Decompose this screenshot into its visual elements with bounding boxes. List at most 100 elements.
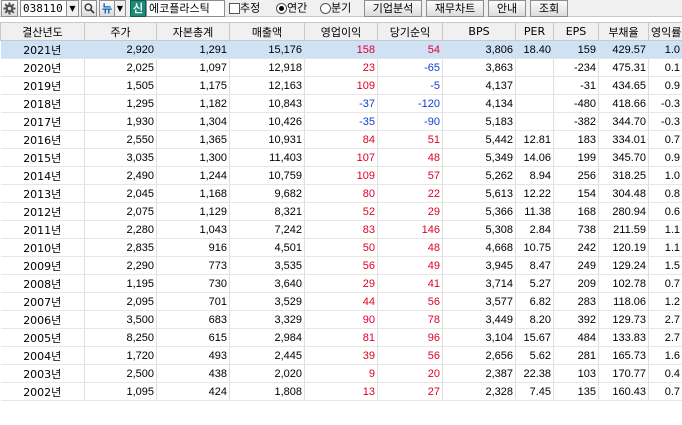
column-header[interactable]: 영익률 [648,22,682,41]
column-header[interactable]: 당기순익 [377,22,443,41]
column-header[interactable]: 주가 [84,22,157,41]
table-cell: 2,656 [442,346,516,365]
table-row[interactable]: 2010년 2,835 916 4,501 50 48 4,668 10.75 242 120.1… [0,238,682,257]
table-cell: 159 [553,40,599,59]
table-cell: -31 [553,76,599,95]
table-cell: 3,640 [229,274,305,293]
news-dropdown-button[interactable]: ▼ [114,0,126,17]
code-dropdown-button[interactable]: ▼ [66,0,79,17]
table-row[interactable]: 2008년 1,195 730 3,640 29 41 3,714 5.27 209 102.78… [0,274,682,293]
search-button[interactable] [81,0,97,17]
table-row[interactable]: 2018년 1,295 1,182 10,843 -37 -120 4,134 -480 418… [0,94,682,113]
column-header[interactable]: BPS [442,22,516,41]
table-cell: 429.57 [598,40,649,59]
table-cell: 1.0 [648,40,682,59]
table-cell: 1,304 [156,112,230,131]
table-row[interactable]: 2009년 2,290 773 3,535 56 49 3,945 8.47 249 129.24… [0,256,682,275]
table-cell: 7,242 [229,220,305,239]
table-cell: 109 [304,76,378,95]
table-cell: 1.5 [648,256,682,275]
year-cell: 2021년 [0,40,85,59]
chevron-down-icon: ▼ [116,4,124,13]
radio-on[interactable] [276,2,287,14]
table-cell: 165.73 [598,346,649,365]
column-header[interactable]: EPS [553,22,599,41]
checkbox-box[interactable] [229,2,240,14]
table-row[interactable]: 2017년 1,930 1,304 10,426 -35 -90 5,183 -382 344.… [0,112,682,131]
column-header[interactable]: 결산년도 [0,22,85,41]
table-cell: 438 [156,364,230,383]
table-cell: 51 [377,130,443,149]
financial-table: 결산년도 주가 자본총계 매출액 영업이익 당기순익 BPS PER EPS 부채율 영익률 202… [0,22,682,401]
table-row[interactable]: 2004년 1,720 493 2,445 39 56 2,656 5.62 281 165.73… [0,346,682,365]
table-cell: 199 [553,148,599,167]
table-cell [515,76,554,95]
settings-button[interactable] [1,0,18,17]
table-cell: 41 [377,274,443,293]
column-header[interactable]: 자본총계 [156,22,230,41]
column-header[interactable]: 영업이익 [304,22,378,41]
radio-off[interactable] [320,2,331,14]
table-cell: 1,300 [156,148,230,167]
column-header[interactable]: 부채율 [598,22,649,41]
table-cell: 103 [553,364,599,383]
table-row[interactable]: 2013년 2,045 1,168 9,682 80 22 5,613 12.22 154 304… [0,184,682,203]
table-cell: 44 [304,292,378,311]
table-row[interactable]: 2014년 2,490 1,244 10,759 109 57 5,262 8.94 256 31… [0,166,682,185]
table-cell: 0.7 [648,130,682,149]
table-cell [515,112,554,131]
table-cell: 283 [553,292,599,311]
financial-chart-button[interactable]: 재무차트 [426,0,484,17]
estimate-checkbox[interactable]: 추정 [229,0,271,17]
table-cell [515,94,554,113]
table-cell: 109 [304,166,378,185]
table-cell: 50 [304,238,378,257]
search-icon [83,3,95,14]
year-cell: 2006년 [0,310,85,329]
table-row[interactable]: 2012년 2,075 1,129 8,321 52 29 5,366 11.38 168 280… [0,202,682,221]
quarter-radio[interactable]: 분기 [320,0,362,17]
table-cell: 5,366 [442,202,516,221]
table-cell: -0.3 [648,112,682,131]
table-row[interactable]: 2016년 2,550 1,365 10,931 84 51 5,442 12.81 183 33… [0,130,682,149]
year-cell: 2002년 [0,382,85,401]
table-row[interactable]: 2002년 1,095 424 1,808 13 27 2,328 7.45 135 160.43… [0,382,682,401]
news-button[interactable]: 뉴 [99,0,115,17]
table-row[interactable]: 2021년 2,920 1,291 15,176 158 54 3,806 18.40 159 4… [0,40,682,59]
company-analysis-button[interactable]: 기업분석 [364,0,422,17]
table-row[interactable]: 2011년 2,280 1,043 7,242 83 146 5,308 2.84 738 211… [0,220,682,239]
table-row[interactable]: 2020년 2,025 1,097 12,918 23 -65 3,863 -234 475.3… [0,58,682,77]
table-cell: 107 [304,148,378,167]
table-cell: 8.47 [515,256,554,275]
table-cell: 3,714 [442,274,516,293]
table-cell: 3,449 [442,310,516,329]
query-button[interactable]: 조회 [530,0,568,17]
table-row[interactable]: 2015년 3,035 1,300 11,403 107 48 5,349 14.06 199 3… [0,148,682,167]
stock-code-input[interactable]: 038110 [20,0,67,17]
year-cell: 2013년 [0,184,85,203]
table-row[interactable]: 2003년 2,500 438 2,020 9 20 2,387 22.38 103 170.77… [0,364,682,383]
annual-label: 연간 [287,1,308,15]
table-cell: 18.40 [515,40,554,59]
year-cell: 2018년 [0,94,85,113]
table-cell: 1,182 [156,94,230,113]
annual-radio[interactable]: 연간 [276,0,320,17]
table-row[interactable]: 2007년 2,095 701 3,529 44 56 3,577 6.82 283 118.06… [0,292,682,311]
year-cell: 2010년 [0,238,85,257]
table-cell: 2,075 [84,202,157,221]
table-row[interactable]: 2019년 1,505 1,175 12,163 109 -5 4,137 -31 434.65… [0,76,682,95]
table-cell: 8.20 [515,310,554,329]
table-cell: 183 [553,130,599,149]
table-row[interactable]: 2005년 8,250 615 2,984 81 96 3,104 15.67 484 133.8… [0,328,682,347]
column-header[interactable]: PER [515,22,554,41]
table-cell: 916 [156,238,230,257]
table-cell: -382 [553,112,599,131]
estimate-label: 추정 [240,1,261,15]
column-header[interactable]: 매출액 [229,22,305,41]
table-cell: -90 [377,112,443,131]
guide-button[interactable]: 안내 [488,0,526,17]
table-cell: 2,550 [84,130,157,149]
table-cell: 773 [156,256,230,275]
year-cell: 2020년 [0,58,85,77]
table-row[interactable]: 2006년 3,500 683 3,329 90 78 3,449 8.20 392 129.73… [0,310,682,329]
